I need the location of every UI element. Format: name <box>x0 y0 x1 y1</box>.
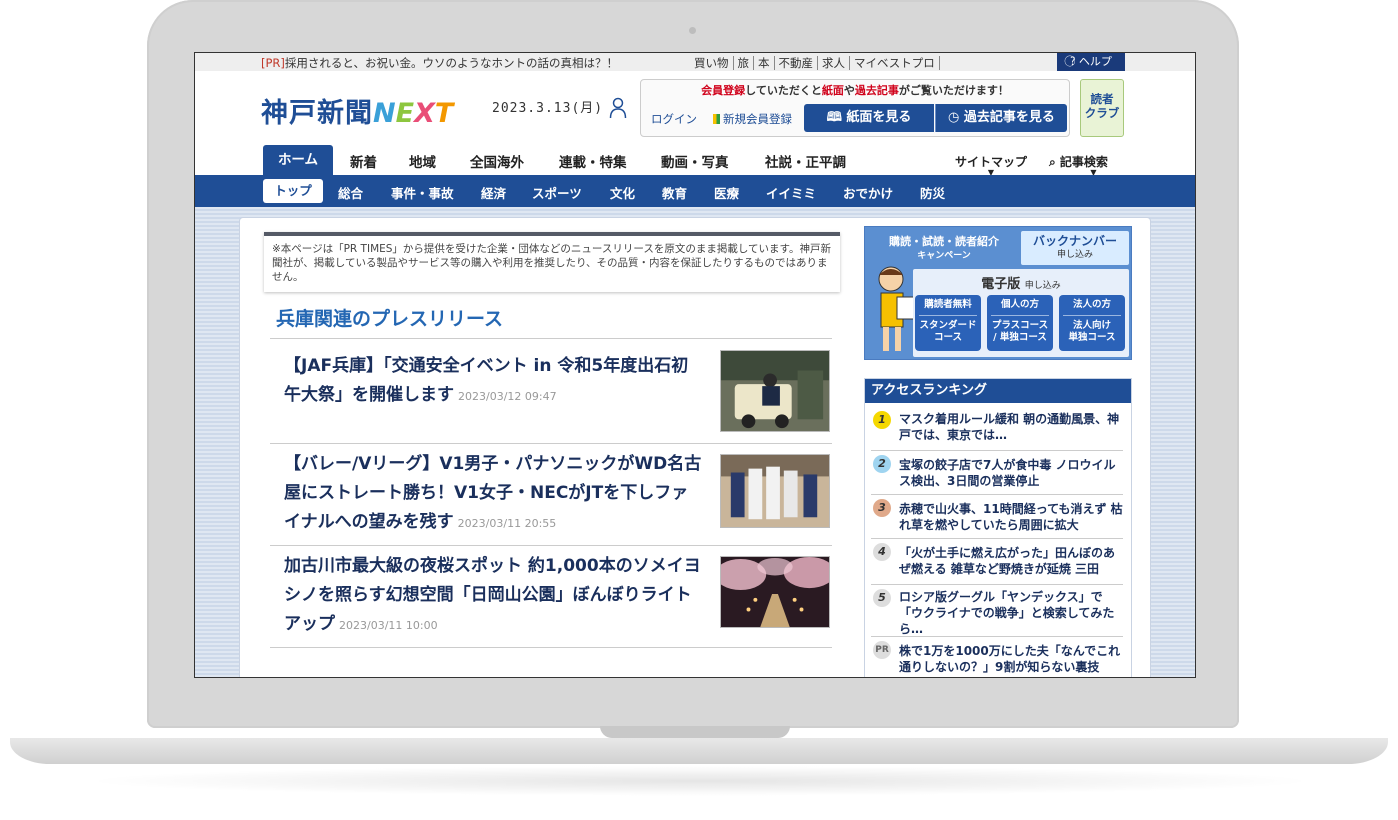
ranking-item[interactable]: 3 赤穂で山火事、11時間経っても消えず 枯れ草を燃やしていたら周囲に拡大 <box>871 495 1123 539</box>
logo-next: NEXT <box>373 98 454 129</box>
divider <box>270 338 832 339</box>
beginner-mark-icon <box>713 114 720 124</box>
subnav-iimimi[interactable]: イイミミ <box>766 183 816 202</box>
campaign-link[interactable]: 購読・試読・読者紹介 キャンペーン <box>869 231 1019 265</box>
book-icon: 🕮 <box>826 110 847 125</box>
current-date: 2023.3.13(月) <box>492 101 604 116</box>
subscription-campaign-banner: 購読・試読・読者紹介 キャンペーン バックナンバー 申し込み 電子版 申し込み 購読… <box>864 226 1132 360</box>
link-realestate[interactable]: 不動産 <box>774 56 818 70</box>
subnav-education[interactable]: 教育 <box>662 183 687 202</box>
article-thumbnail[interactable] <box>720 454 830 528</box>
subnav-general[interactable]: 総合 <box>338 183 363 202</box>
main-nav: ホーム 新着 地域 全国海外 連載・特集 動画・写真 社説・正平調 サイトマップ… <box>195 145 1195 177</box>
rank-badge: 4 <box>873 543 891 561</box>
user-icon[interactable] <box>609 97 627 119</box>
article-item[interactable]: 加古川市最大級の夜桜スポット 約1,000本のソメイヨシノを照らす幻想空間「日岡… <box>270 546 832 648</box>
section-title: 兵庫関連のプレスリリース <box>276 308 504 330</box>
ranking-item[interactable]: 2 宝塚の餃子店で7人が食中毒 ノロウイルス検出、3日間の営業停止 <box>871 451 1123 495</box>
link-shopping[interactable]: 買い物 <box>690 56 734 70</box>
help-icon: ?⃝ <box>1070 55 1079 68</box>
article-headline[interactable]: 【JAF兵庫】「交通安全イベント in 令和5年度出石初午大祭」を開催します 20… <box>284 352 704 411</box>
content-background: ※本ページは「PR TIMES」から提供を受けた企業・団体などのニュースリリース… <box>195 207 1195 677</box>
subnav-incidents[interactable]: 事件・事故 <box>391 183 454 202</box>
rank-badge: 5 <box>873 589 891 607</box>
clock-icon: ◷ <box>948 110 964 125</box>
subnav-disaster[interactable]: 防災 <box>920 183 945 202</box>
plus-course-button[interactable]: 個人の方 プラスコース / 単独コース <box>987 295 1053 351</box>
nav-editorial[interactable]: 社説・正平調 <box>765 151 846 171</box>
subnav-culture[interactable]: 文化 <box>610 183 635 202</box>
article-item[interactable]: 【JAF兵庫】「交通安全イベント in 令和5年度出石初午大祭」を開催します 20… <box>270 340 832 444</box>
article-thumbnail[interactable] <box>720 350 830 432</box>
digital-edition-title: 電子版 申し込み <box>981 277 1061 292</box>
nav-video[interactable]: 動画・写真 <box>661 151 729 171</box>
link-mybestpro[interactable]: マイベストプロ <box>850 56 940 70</box>
nav-search[interactable]: ⌕ 記事検索 ▼ <box>1049 153 1108 177</box>
help-button[interactable]: ?⃝ ヘルプ <box>1057 53 1125 71</box>
member-notice: 会員登録していただくと紙面や過去記事がご覧いただけます！ <box>701 84 1009 97</box>
corporate-course-button[interactable]: 法人の方 法人向け 単独コース <box>1059 295 1125 351</box>
laptop-shadow <box>80 766 1320 796</box>
service-links: 買い物旅本不動産 求人 マイベストプロ <box>690 55 940 71</box>
ranking-item[interactable]: 1 マスク着用ルール緩和 朝の通勤風景、神戸では、東京では… <box>871 407 1123 451</box>
ranking-item[interactable]: 4 「火が土手に燃え広がった」田んぼのあぜ燃える 雑草など野焼きが延焼 三田 <box>871 539 1123 585</box>
nav-new[interactable]: 新着 <box>350 151 377 171</box>
article-headline[interactable]: 加古川市最大級の夜桜スポット 約1,000本のソメイヨシノを照らす幻想空間「日岡… <box>284 552 704 640</box>
ranking-title: アクセスランキング <box>865 379 1131 403</box>
top-bar: [PR]採用されると、お祝い金。ウソのようなホントの話の真相は？！ 買い物旅本不… <box>195 53 1195 71</box>
nav-sitemap[interactable]: サイトマップ ▼ <box>955 153 1027 177</box>
ranking-item[interactable]: PR 株で1万を1000万にした夫「なんでこれ通りしないの？」9割が知らない裏技 <box>871 637 1123 677</box>
rank-badge: 3 <box>873 499 891 517</box>
nav-series[interactable]: 連載・特集 <box>559 151 627 171</box>
content-card: ※本ページは「PR TIMES」から提供を受けた企業・団体などのニュースリリース… <box>239 217 1151 677</box>
login-link[interactable]: ログイン <box>651 111 697 127</box>
article-headline[interactable]: 【バレー/Vリーグ】V1男子・パナソニックがWD名古屋にストレート勝ち！V1女子… <box>284 450 704 538</box>
rank-badge: 2 <box>873 455 891 473</box>
camera-icon <box>689 27 696 34</box>
link-jobs[interactable]: 求人 <box>818 56 850 70</box>
device-mockup: [PR]採用されると、お祝い金。ウソのようなホントの話の真相は？！ 買い物旅本不… <box>0 0 1398 820</box>
member-box: 会員登録していただくと紙面や過去記事がご覧いただけます！ ログイン 新規会員登録… <box>640 79 1070 137</box>
subnav-sports[interactable]: スポーツ <box>532 183 582 202</box>
reader-club-button[interactable]: 読者 クラブ <box>1080 79 1124 137</box>
nav-national[interactable]: 全国海外 <box>470 151 524 171</box>
access-ranking: アクセスランキング 1 マスク着用ルール緩和 朝の通勤風景、神戸では、東京では… … <box>864 378 1132 677</box>
digital-edition-panel: 電子版 申し込み 購読者無料 スタンダード コース 個人の方 プラスコース / 単独… <box>913 269 1129 357</box>
rank-badge: PR <box>873 641 891 659</box>
laptop-base <box>10 738 1388 764</box>
laptop-notch <box>600 726 790 738</box>
nav-home[interactable]: ホーム <box>263 145 333 175</box>
site-logo[interactable]: 神戸新聞NEXT <box>261 91 453 130</box>
subnav-outing[interactable]: おでかけ <box>843 183 893 202</box>
view-past-articles-button[interactable]: ◷ 過去記事を見る <box>935 104 1067 132</box>
subnav-top[interactable]: トップ <box>263 179 323 203</box>
view-paper-button[interactable]: 🕮 紙面を見る <box>804 104 934 132</box>
standard-course-button[interactable]: 購読者無料 スタンダード コース <box>915 295 981 351</box>
link-travel[interactable]: 旅 <box>733 56 754 70</box>
backnumber-link[interactable]: バックナンバー 申し込み <box>1021 231 1129 265</box>
register-link[interactable]: 新規会員登録 <box>713 111 792 127</box>
link-books[interactable]: 本 <box>754 56 775 70</box>
search-icon: ⌕ <box>1049 155 1060 169</box>
pr-disclaimer: ※本ページは「PR TIMES」から提供を受けた企業・団体などのニュースリリース… <box>264 232 840 292</box>
subnav-economy[interactable]: 経済 <box>481 183 506 202</box>
sub-nav: トップ 総合 事件・事故 経済 スポーツ 文化 教育 医療 イイミミ おでかけ … <box>195 175 1195 207</box>
browser-screen: [PR]採用されると、お祝い金。ウソのようなホントの話の真相は？！ 買い物旅本不… <box>194 52 1196 678</box>
article-thumbnail[interactable] <box>720 556 830 628</box>
subnav-medical[interactable]: 医療 <box>714 183 739 202</box>
rank-badge: 1 <box>873 411 891 429</box>
ranking-item[interactable]: 5 ロシア版グーグル「ヤンデックス」で「ウクライナでの戦争」と検索してみたら… <box>871 585 1123 637</box>
pr-link[interactable]: [PR]採用されると、お祝い金。ウソのようなホントの話の真相は？！ <box>261 55 618 71</box>
article-item[interactable]: 【バレー/Vリーグ】V1男子・パナソニックがWD名古屋にストレート勝ち！V1女子… <box>270 444 832 546</box>
nav-region[interactable]: 地域 <box>409 151 436 171</box>
